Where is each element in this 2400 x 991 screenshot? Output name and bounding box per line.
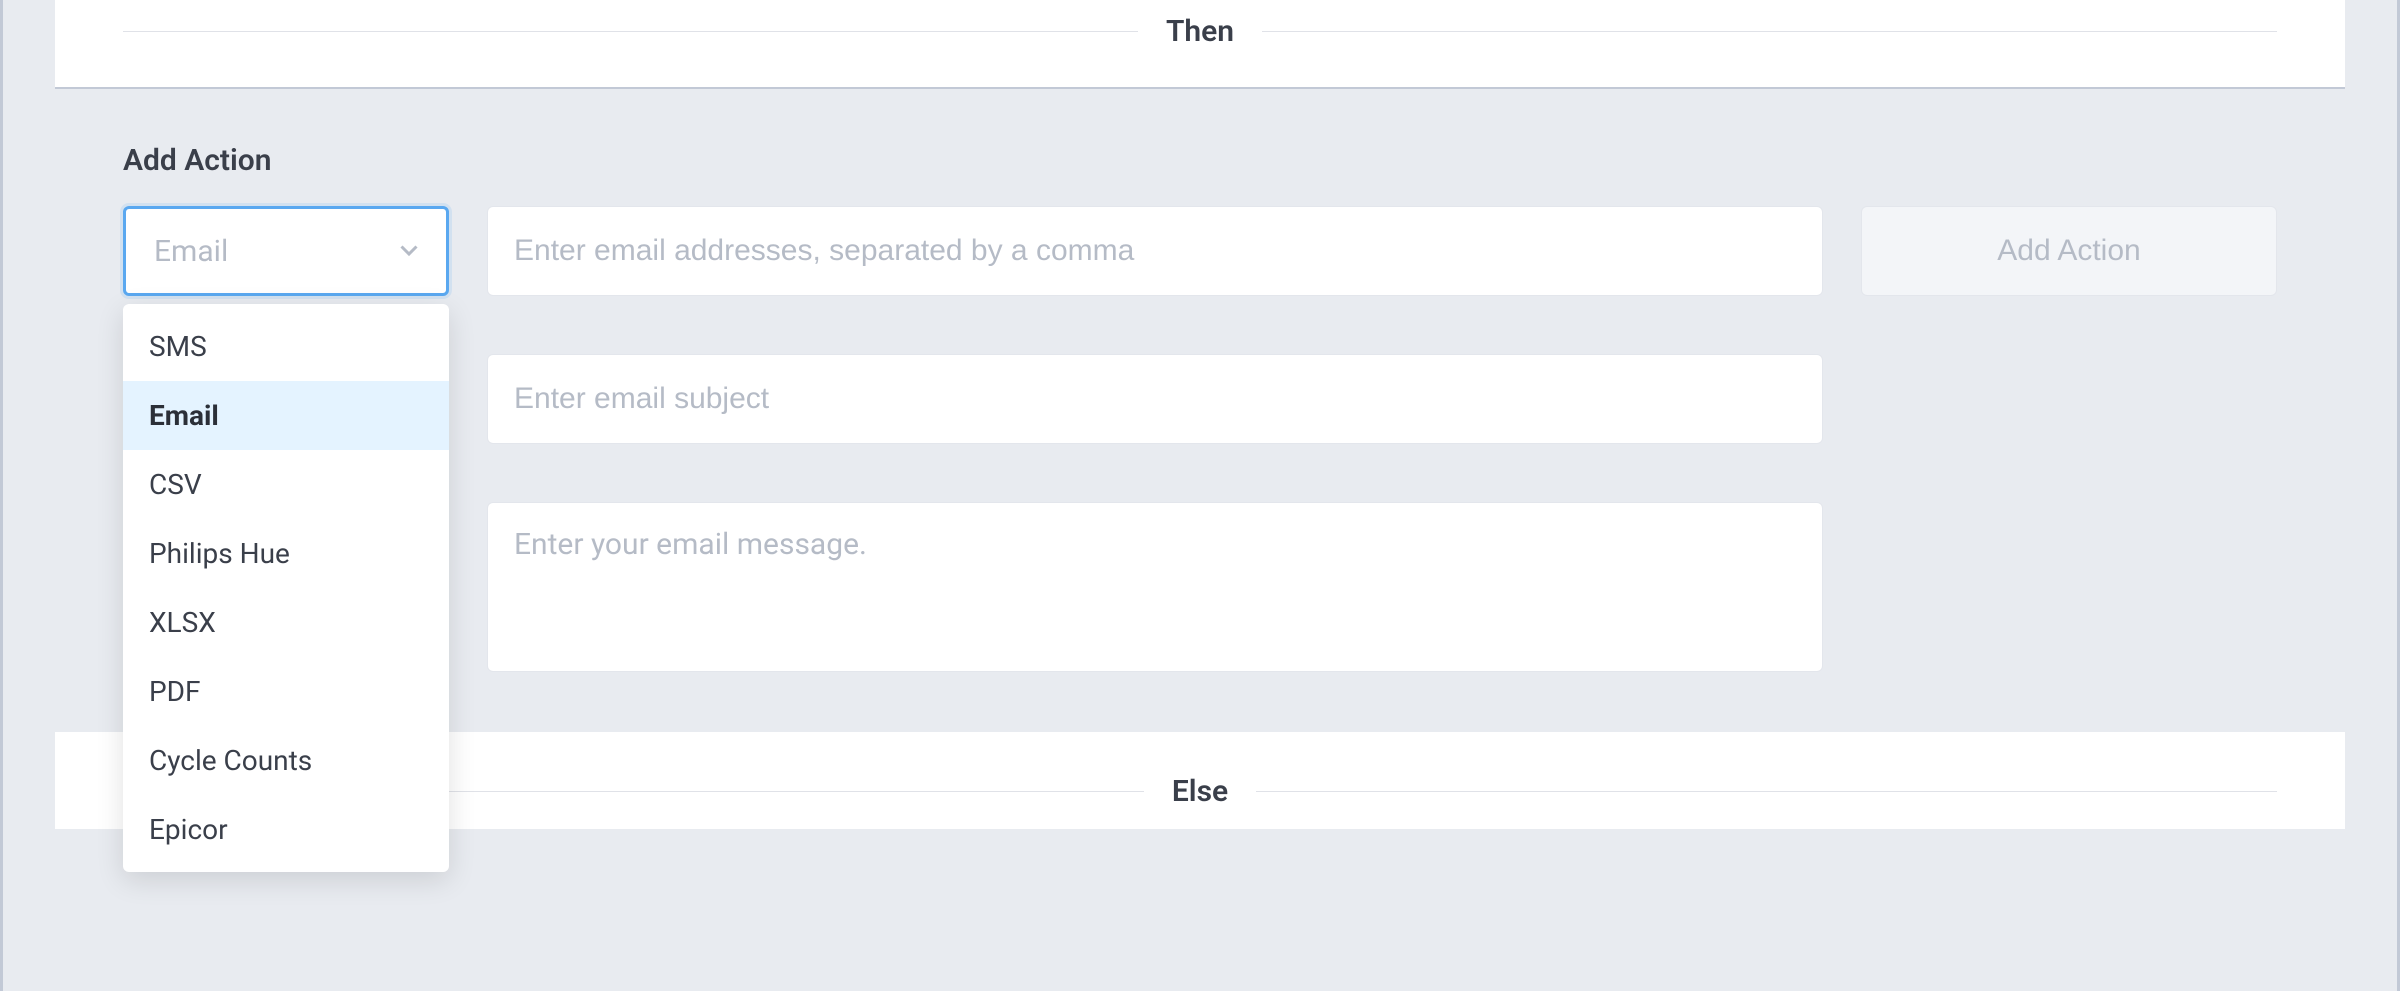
- dropdown-option[interactable]: Email: [123, 381, 449, 450]
- then-divider: Then: [55, 0, 2345, 87]
- dropdown-option[interactable]: PDF: [123, 657, 449, 726]
- dropdown-option[interactable]: Epicor: [123, 795, 449, 864]
- action-type-value: Email: [154, 234, 228, 269]
- dropdown-option[interactable]: Philips Hue: [123, 519, 449, 588]
- dropdown-option[interactable]: CSV: [123, 450, 449, 519]
- dropdown-option[interactable]: Cycle Counts: [123, 726, 449, 795]
- email-addresses-input[interactable]: [487, 206, 1823, 296]
- action-type-select[interactable]: Email: [123, 206, 449, 296]
- divider-line-left: [123, 31, 1138, 32]
- email-message-input[interactable]: [487, 502, 1823, 672]
- divider-line-right: [1256, 791, 2277, 792]
- divider-line-right: [1262, 31, 2277, 32]
- action-type-select-wrap: Email SMSEmailCSVPhilips HueXLSXPDFCycle…: [123, 206, 449, 296]
- dropdown-option[interactable]: XLSX: [123, 588, 449, 657]
- page-frame: Then Add Action Email SMSEmailCSVPhilips…: [0, 0, 2400, 991]
- add-action-section: Add Action Email SMSEmailCSVPhilips HueX…: [55, 89, 2345, 732]
- chevron-down-icon: [400, 242, 418, 260]
- then-label: Then: [1138, 14, 1262, 49]
- dropdown-option[interactable]: SMS: [123, 312, 449, 381]
- then-divider-panel: Then: [55, 0, 2345, 89]
- email-subject-input[interactable]: [487, 354, 1823, 444]
- add-action-button[interactable]: Add Action: [1861, 206, 2277, 296]
- section-title: Add Action: [123, 143, 2277, 178]
- action-type-dropdown: SMSEmailCSVPhilips HueXLSXPDFCycle Count…: [123, 304, 449, 872]
- else-label: Else: [1144, 774, 1256, 809]
- action-form-row: Email SMSEmailCSVPhilips HueXLSXPDFCycle…: [123, 206, 2277, 672]
- email-fields-column: [487, 206, 1823, 672]
